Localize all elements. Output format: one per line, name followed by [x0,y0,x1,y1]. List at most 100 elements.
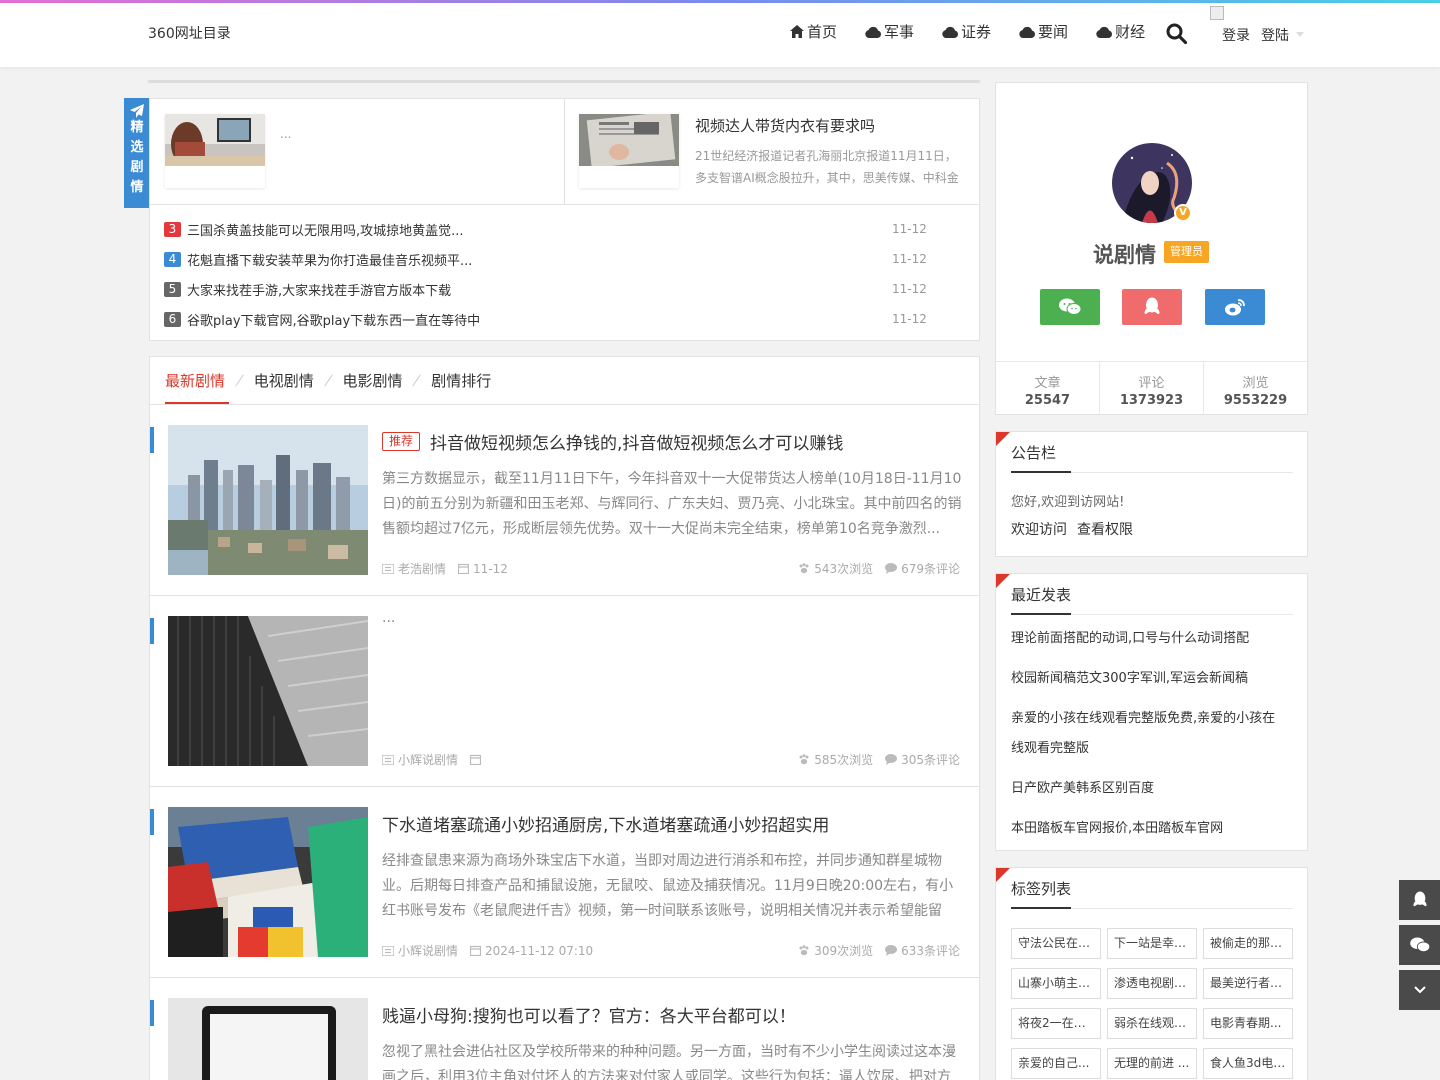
nav-item-news[interactable]: 要闻 [1019,21,1068,42]
post-author[interactable]: 小辉说剧情 [382,751,458,768]
widget-title-underline [1011,907,1071,909]
tab-latest[interactable]: 最新剧情 [165,370,225,391]
tab-ranking[interactable]: 剧情排行 [431,370,491,391]
author-name: 小辉说剧情 [398,944,459,958]
cloud-icon [1019,26,1036,38]
post-accent-bar [150,427,154,453]
tag-link[interactable]: 被偷走的那五... [1203,928,1293,959]
post-item: 下水道堵塞疏通小妙招通厨房,下水道堵塞疏通小妙招超实用 经排查鼠患来源为商场外珠… [150,787,979,978]
tag-link[interactable]: 弱杀在线观看... [1107,1008,1197,1039]
featured-card-title[interactable]: 视频达人带货内衣有要求吗 [695,115,875,136]
post-title-text[interactable]: 抖音做短视频怎么挣钱的,抖音做短视频怎么才可以赚钱 [430,429,843,454]
recent-post-link[interactable]: 理论前面搭配的动词,口号与什么动词搭配 [1011,624,1281,654]
list-item-title[interactable]: 大家来找茬手游,大家来找茬手游官方版本下载 [187,280,451,299]
post-thumbnail[interactable] [168,807,368,957]
featured-card-thumbnail[interactable] [579,111,679,188]
active-tab-indicator [165,402,229,404]
tag-link[interactable]: 山寨小萌主电... [1011,968,1101,999]
tag-link[interactable]: 食人鱼3d电影... [1203,1048,1293,1079]
post-title[interactable]: 下水道堵塞疏通小妙招通厨房,下水道堵塞疏通小妙招超实用 [382,811,829,836]
post-comments[interactable]: 305条评论 [885,751,960,768]
nav-item-military[interactable]: 军事 [865,21,914,42]
post-title-text[interactable]: 下水道堵塞疏通小妙招通厨房,下水道堵塞疏通小妙招超实用 [382,811,829,836]
rank-number: 6 [164,311,181,327]
notice-text: 您好,欢迎到访网站! [1011,495,1125,510]
stat-value: 1373923 [1119,393,1184,408]
post-title[interactable]: 推荐 抖音做短视频怎么挣钱的,抖音做短视频怎么才可以赚钱 [382,429,843,454]
recent-post-link[interactable]: 亲爱的小孩在线观看完整版免费,亲爱的小孩在线观看完整版 [1011,704,1281,764]
role-badge: 管理员 [1164,241,1209,263]
search-icon[interactable] [1166,23,1187,44]
post-author[interactable]: 老浩剧情 [382,560,446,577]
featured-card-thumbnail[interactable] [165,114,265,188]
post-thumbnail[interactable] [168,425,368,575]
list-item-title[interactable]: 花魁直播下载安装苹果为你打造最佳音乐视频平... [187,250,472,269]
stat-comments: 评论 1373923 [1100,362,1204,415]
wechat-button[interactable] [1040,289,1100,325]
post-thumbnail[interactable] [168,998,368,1080]
post-author[interactable]: 小辉说剧情 [382,942,458,959]
tablet-image [168,998,368,1080]
welcome-link[interactable]: 欢迎访问 [1011,519,1067,539]
recent-posts-list: 理论前面搭配的动词,口号与什么动词搭配 校园新闻稿范文300字军训,军运会新闻稿… [1011,624,1281,854]
featured-list: 3 三国杀黄盖技能可以无限用吗,攻城掠地黄盖觉... 11-12 4 花魁直播下… [164,214,964,334]
permission-link[interactable]: 查看权限 [1077,519,1133,539]
list-item-title[interactable]: 三国杀黄盖技能可以无限用吗,攻城掠地黄盖觉... [187,220,464,239]
nav-item-securities[interactable]: 证券 [942,21,991,42]
list-item-title[interactable]: 谷歌play下载官网,谷歌play下载东西一直在等待中 [187,310,480,329]
qq-button[interactable] [1122,289,1182,325]
post-thumbnail[interactable] [168,616,368,766]
post-views: 309次浏览 [798,942,873,959]
featured-section: ... 视频达人带货内衣有要求吗 21世纪经济报道记者孔海丽北京报道11月11日… [149,98,980,341]
caret-down-icon [1296,32,1304,37]
cloud-icon [1096,26,1113,38]
recent-post-link[interactable]: 日产欧产美韩系区别百度 [1011,774,1281,804]
list-item-date: 11-12 [892,222,927,236]
float-qq-button[interactable] [1399,880,1440,920]
tab-movie[interactable]: 电影剧情 [342,370,402,391]
tab-tv[interactable]: 电视剧情 [254,370,314,391]
content-top-divider [148,80,980,83]
tag-link[interactable]: 渗透电视剧全... [1107,968,1197,999]
post-views: 585次浏览 [798,751,873,768]
list-item[interactable]: 3 三国杀黄盖技能可以无限用吗,攻城掠地黄盖觉... 11-12 [164,214,964,244]
post-title-text[interactable]: 贱逼小母狗:搜狗也可以看了？官方：各大平台都可以！ [382,1002,796,1027]
tag-link[interactable]: 守法公民在线... [1011,928,1101,959]
post-comments[interactable]: 679条评论 [885,560,960,577]
post-comments[interactable]: 633条评论 [885,942,960,959]
register-link[interactable]: 登陆 [1261,25,1289,45]
list-item-date: 11-12 [892,252,927,266]
post-item: ... 小辉说剧情 585次浏览 305条评论 [150,596,979,787]
rank-number: 5 [164,281,181,297]
tags-widget: 标签列表 守法公民在线... 下一站是幸福... 被偷走的那五... 山寨小萌主… [995,867,1308,1080]
comment-icon [885,945,898,956]
site-logo[interactable]: 360网址目录 [148,23,231,43]
featured-label-char: 选 [130,140,144,155]
nav-label: 军事 [884,23,915,41]
nav-item-finance[interactable]: 财经 [1096,21,1145,42]
tag-link[interactable]: 下一站是幸福... [1107,928,1197,959]
tag-link[interactable]: 无理的前进 ... [1107,1048,1197,1079]
tag-link[interactable]: 亲爱的自己... [1011,1048,1101,1079]
nav-item-home[interactable]: 首页 [790,21,837,42]
list-item[interactable]: 4 花魁直播下载安装苹果为你打造最佳音乐视频平... 11-12 [164,244,964,274]
recent-post-link[interactable]: 校园新闻稿范文300字军训,军运会新闻稿 [1011,664,1281,694]
list-item[interactable]: 5 大家来找茬手游,大家来找茬手游官方版本下载 11-12 [164,274,964,304]
post-title[interactable]: 贱逼小母狗:搜狗也可以看了？官方：各大平台都可以！ [382,1002,796,1027]
author-name[interactable]: 说剧情 [1093,239,1156,269]
paw-icon [799,754,809,765]
float-wechat-button[interactable] [1399,925,1440,965]
list-item[interactable]: 6 谷歌play下载官网,谷歌play下载东西一直在等待中 11-12 [164,304,964,334]
post-meta: 小辉说剧情 2024-11-12 07:10 309次浏览 633条评论 [382,942,960,959]
post-excerpt: 经排查鼠患来源为商场外珠宝店下水道，当即对周边进行消杀和布控，并同步通知群星城物… [382,853,954,919]
tag-link[interactable]: 电影青春期... [1203,1008,1293,1039]
tag-link[interactable]: 将夜2一在线... [1011,1008,1101,1039]
weibo-button[interactable] [1205,289,1265,325]
scroll-down-button[interactable] [1399,970,1440,1010]
recent-post-link[interactable]: 本田踏板车官网报价,本田踏板车官网 [1011,814,1281,844]
comments-text: 305条评论 [901,753,960,767]
paw-icon [799,563,809,574]
nav-label: 要闻 [1038,23,1069,41]
login-link[interactable]: 登录 [1222,25,1250,45]
tag-link[interactable]: 最美逆行者电... [1203,968,1293,999]
